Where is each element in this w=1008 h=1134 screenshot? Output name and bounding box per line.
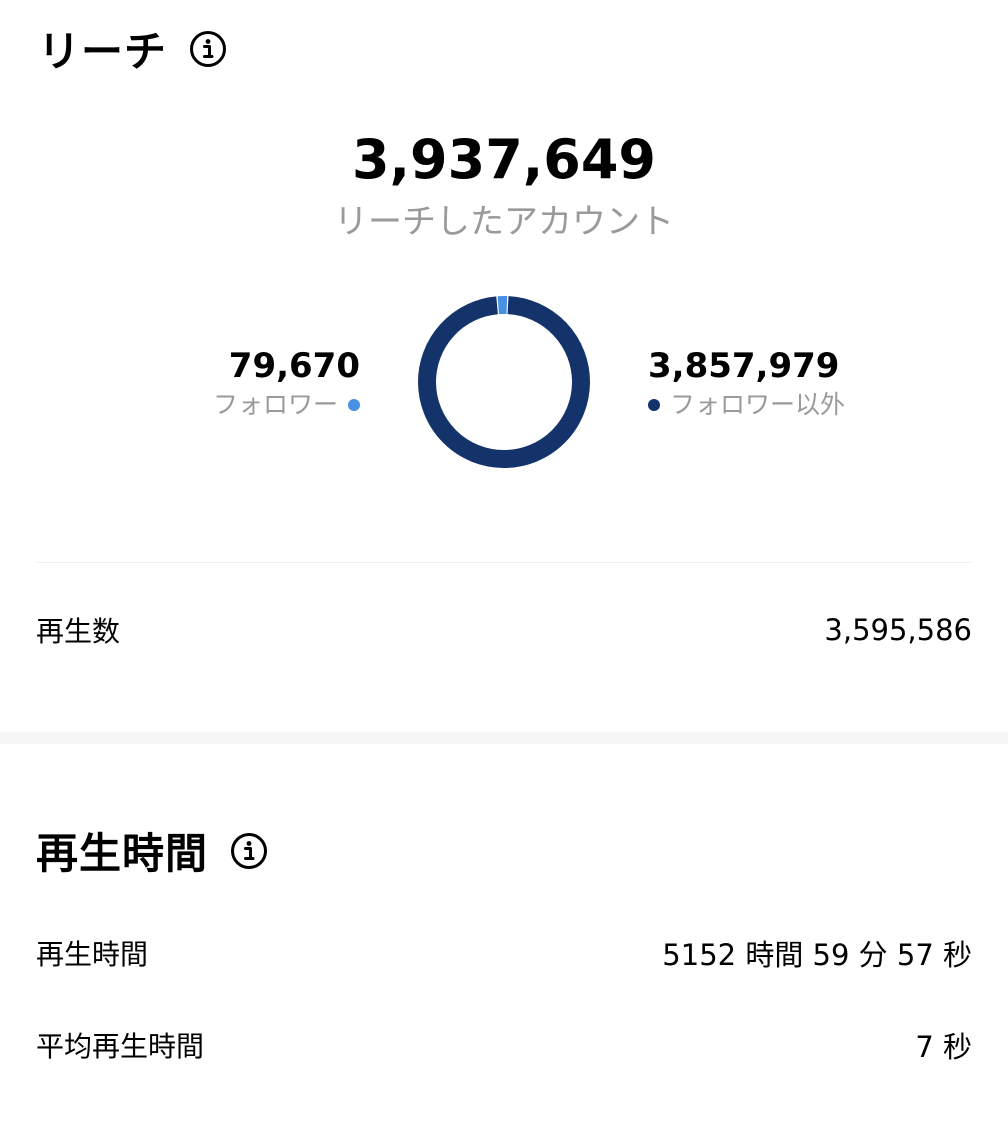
reach-total-label: リーチしたアカウント	[334, 202, 674, 242]
info-icon[interactable]	[189, 30, 227, 68]
followers-dot	[348, 399, 360, 411]
watch-time-row: 再生時間 5152 時間 59 分 57 秒	[36, 932, 972, 974]
plays-label: 再生数	[36, 615, 121, 648]
followers-value: 79,670	[228, 346, 360, 386]
donut-slice-non-followers	[418, 296, 590, 468]
section-separator	[0, 732, 1008, 744]
divider	[36, 562, 972, 563]
watch-time-title: 再生時間	[36, 829, 209, 878]
watch-time-value: 5152 時間 59 分 57 秒	[662, 938, 972, 972]
plays-row: 再生数 3,595,586	[36, 610, 972, 650]
avg-watch-time-value: 7 秒	[915, 1030, 972, 1064]
watch-time-label: 再生時間	[36, 938, 149, 971]
reach-title: リーチ	[38, 27, 168, 76]
legend-non-followers: 3,857,979 フォロワー以外	[648, 344, 845, 422]
non-followers-value: 3,857,979	[648, 346, 840, 386]
insights-page: リーチ 3,937,649 リーチしたアカウント 79,670 フォロワー 3,…	[0, 0, 1008, 1134]
reach-total: 3,937,649	[351, 128, 657, 191]
reach-header: リーチ	[38, 18, 227, 79]
info-icon[interactable]	[230, 832, 268, 870]
non-followers-dot	[648, 399, 660, 411]
avg-watch-time-row: 平均再生時間 7 秒	[36, 1024, 972, 1066]
reach-donut-chart	[418, 296, 590, 468]
followers-label: フォロワー	[212, 390, 338, 419]
legend-followers: 79,670 フォロワー	[213, 344, 360, 422]
avg-watch-time-label: 平均再生時間	[36, 1030, 205, 1063]
non-followers-label: フォロワー以外	[670, 390, 846, 419]
watch-time-header: 再生時間	[36, 820, 268, 881]
plays-value: 3,595,586	[824, 613, 972, 647]
